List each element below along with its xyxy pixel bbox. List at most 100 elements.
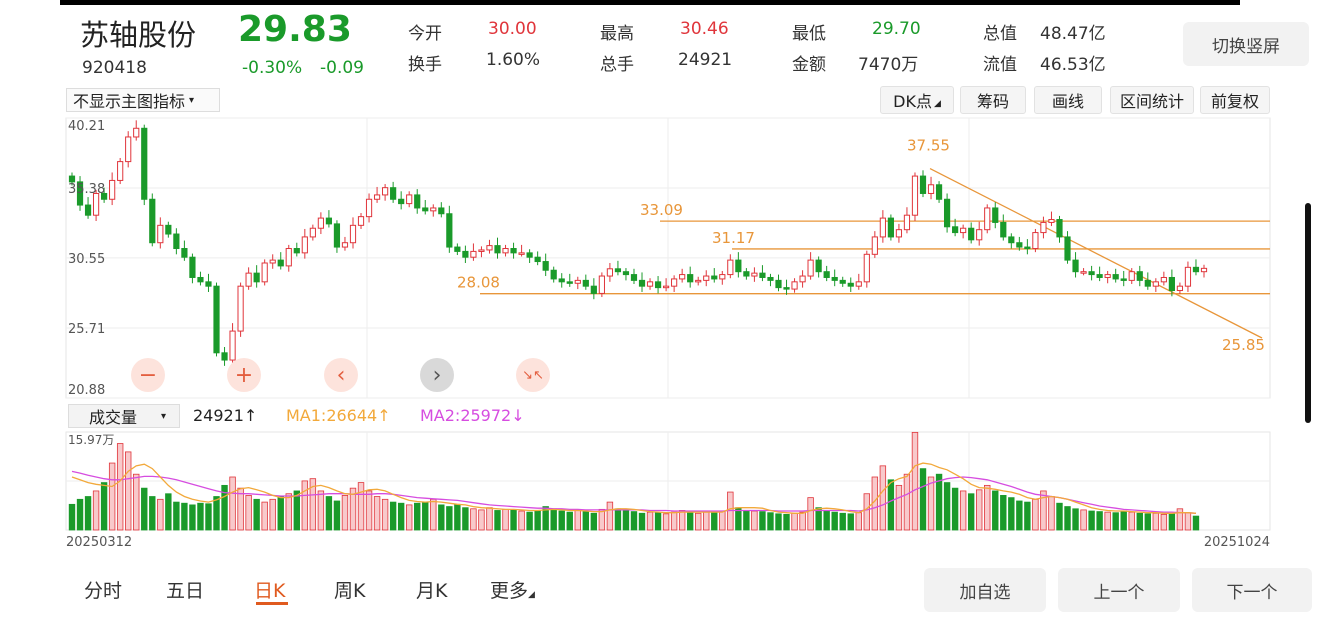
candle-body: [149, 198, 156, 244]
volume-bar: [534, 510, 541, 531]
tab-monthly-k[interactable]: 月K: [416, 576, 447, 603]
volume-bar: [92, 490, 100, 531]
volume-bar: [494, 510, 501, 531]
candle-body: [1048, 219, 1055, 223]
candle-body: [109, 179, 116, 200]
candle-body: [133, 127, 140, 138]
kline-chart[interactable]: 37.55 33.09 31.17 28.08 25.85 40.21 35.38 30.5…: [0, 0, 1319, 618]
volume-bar: [847, 513, 854, 531]
volume-bar: [357, 482, 365, 531]
tab-intraday[interactable]: 分时: [84, 576, 122, 603]
add-watchlist-button[interactable]: 加自选: [924, 568, 1046, 612]
volume-bar: [606, 501, 614, 531]
candle-body: [309, 227, 316, 238]
candle-body: [1096, 274, 1103, 278]
volume-bar: [486, 507, 493, 531]
volume-bar: [414, 502, 421, 531]
zoom-out-button[interactable]: −: [131, 358, 165, 392]
volume-bar: [743, 510, 750, 531]
candle-body: [590, 285, 597, 294]
volume-bar: [502, 508, 509, 531]
annotation-label: 37.55: [907, 137, 950, 155]
volume-bar: [76, 498, 84, 531]
candle-body: [390, 187, 397, 200]
candle-body: [333, 223, 341, 248]
volume-bar: [229, 476, 236, 531]
trend-line: [929, 167, 1263, 339]
volume-indicator-select[interactable]: 成交量 ▾: [68, 404, 180, 428]
candle-body: [614, 268, 622, 273]
annotation-label: 28.08: [457, 274, 500, 292]
chevron-left-icon: ‹: [336, 362, 346, 388]
candle-body: [1160, 276, 1167, 283]
candle-body: [382, 187, 389, 196]
volume-bar: [791, 512, 798, 531]
candle-body: [968, 227, 975, 241]
candle-body: [887, 217, 894, 238]
candle-body: [1120, 278, 1127, 281]
tab-weekly-k[interactable]: 周K: [334, 576, 365, 603]
active-tab-indicator: [256, 602, 288, 605]
volume-bar: [992, 490, 999, 531]
previous-stock-button[interactable]: 上一个: [1058, 568, 1180, 612]
volume-bar: [678, 510, 686, 531]
volume-bar: [1016, 500, 1023, 531]
tab-more-label: 更多: [490, 580, 529, 602]
tab-five-day[interactable]: 五日: [166, 576, 204, 603]
volume-bar: [68, 503, 76, 531]
volume-bar: [381, 498, 389, 531]
volume-bar: [686, 512, 694, 531]
volume-bar: [397, 502, 405, 531]
candle-body: [735, 259, 742, 273]
volume-bar: [333, 500, 341, 531]
volume-bar: [108, 462, 116, 531]
tab-daily-k[interactable]: 日K: [254, 576, 285, 603]
volume-bar: [614, 508, 622, 531]
candle-body: [285, 248, 292, 267]
candle-body: [253, 272, 260, 283]
volume-bar: [550, 508, 557, 531]
volume-bar: [582, 511, 590, 531]
volume-bar: [462, 507, 469, 531]
candle-body: [1056, 219, 1063, 238]
y-tick-label: 40.21: [68, 119, 105, 134]
candle-body: [711, 275, 718, 280]
volume-bar: [751, 510, 758, 531]
candle-body: [341, 242, 349, 248]
y-tick-label: 30.55: [68, 252, 105, 267]
candle-body: [767, 276, 774, 281]
next-stock-button[interactable]: 下一个: [1192, 568, 1312, 612]
scroll-left-button[interactable]: ‹: [324, 358, 358, 392]
volume-bar: [133, 473, 140, 531]
tab-more[interactable]: 更多◢: [490, 576, 535, 603]
scrollbar[interactable]: [1305, 203, 1311, 423]
candle-body: [1184, 266, 1192, 287]
volume-bar: [141, 487, 148, 531]
candle-body: [847, 282, 854, 287]
scroll-right-button[interactable]: ›: [420, 358, 454, 392]
volume-bar: [911, 431, 919, 531]
candle-body: [943, 198, 951, 228]
candle-body: [679, 274, 686, 280]
zoom-in-button[interactable]: +: [227, 358, 261, 392]
volume-bar: [1080, 509, 1087, 531]
candle-body: [879, 217, 886, 238]
candle-body: [1008, 236, 1015, 244]
candle-body: [863, 253, 870, 283]
candle-body: [446, 213, 453, 248]
y-tick-label: 20.88: [68, 383, 105, 398]
candle-body: [157, 224, 164, 244]
candle-body: [1072, 259, 1079, 273]
candle-body: [1104, 274, 1111, 278]
volume-bar: [1000, 495, 1007, 531]
collapse-button[interactable]: ↘↖: [516, 358, 550, 392]
candle-body: [293, 248, 300, 254]
candle-body: [502, 248, 509, 254]
candle-body: [117, 161, 124, 181]
candle-body: [727, 259, 734, 276]
volume-bar: [935, 473, 943, 531]
annotation-label: 31.17: [712, 229, 755, 247]
candle-body: [84, 204, 92, 216]
volume-max-label: 15.97万: [68, 433, 114, 447]
volume-bar: [703, 511, 710, 531]
